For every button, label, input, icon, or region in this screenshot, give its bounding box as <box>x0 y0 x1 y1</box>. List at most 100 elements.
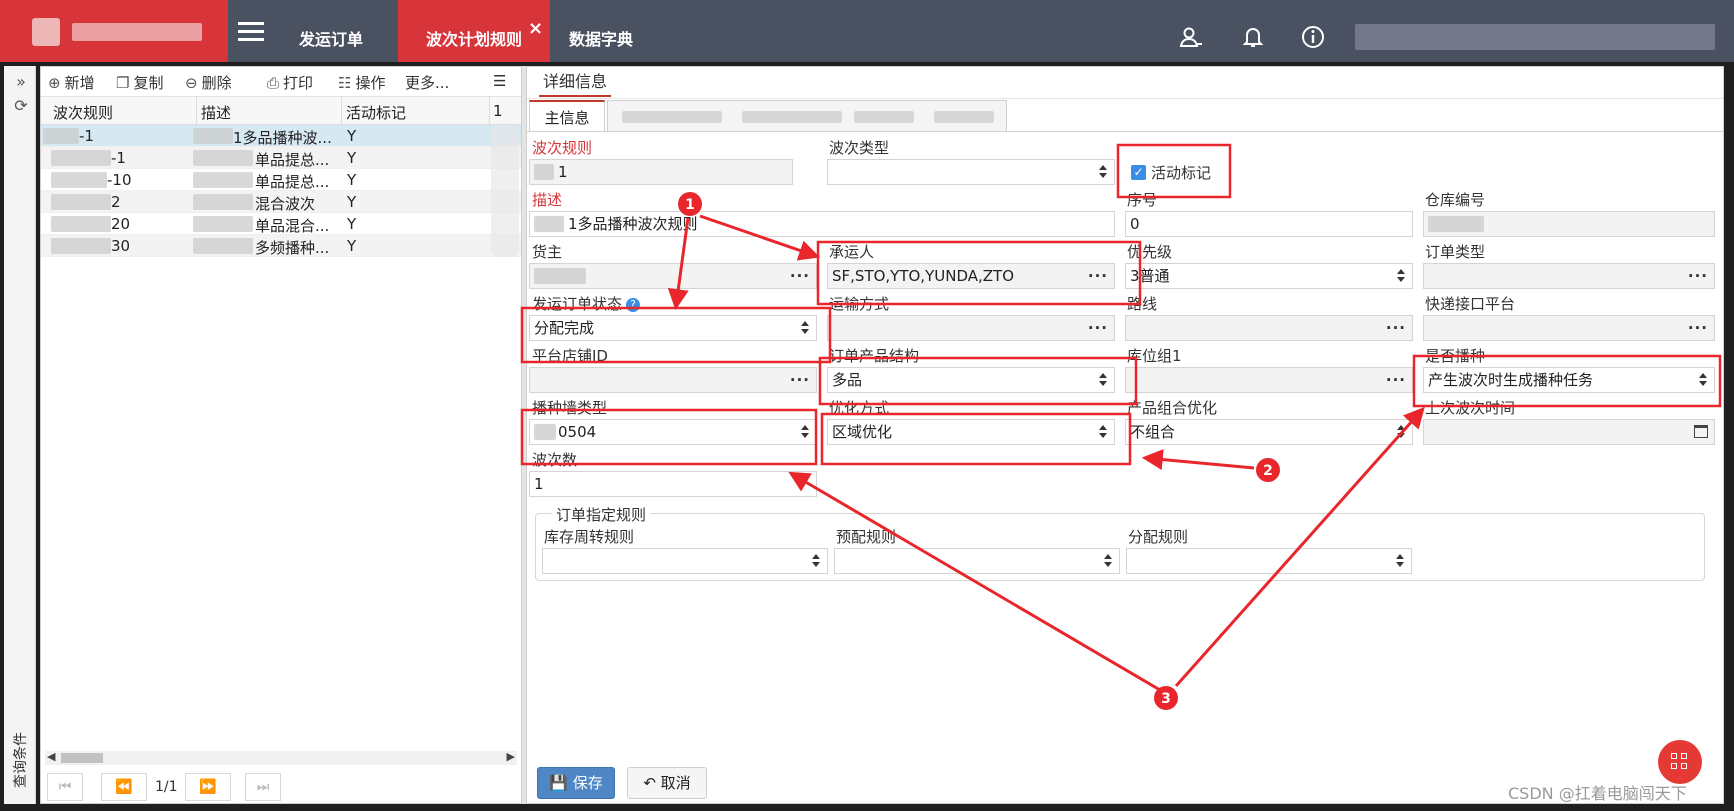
table-row[interactable]: 2 混合波次 Y <box>41 191 521 213</box>
redacted-column <box>491 125 519 257</box>
tab-other-redacted[interactable] <box>607 100 1007 132</box>
express-field[interactable]: ··· <box>1423 315 1715 341</box>
carrier-field[interactable]: SF,STO,YTO,YUNDA,ZTO ··· <box>827 263 1115 289</box>
next-page-button[interactable]: ⏩ <box>185 773 231 801</box>
order-status-select[interactable]: 分配完成 <box>529 315 817 341</box>
user-icon[interactable] <box>1178 24 1204 50</box>
table-row[interactable]: -10 单品提总... Y <box>41 169 521 191</box>
carrier-label: 承运人 <box>829 243 875 261</box>
save-button[interactable]: 💾 保存 <box>537 767 615 799</box>
select-caret-icon <box>800 422 810 442</box>
last-page-button[interactable]: ⏭ <box>245 773 281 801</box>
sowing-wall-type-select[interactable]: 0504 <box>529 419 817 445</box>
operate-button[interactable]: ☷ 操作 <box>338 72 385 93</box>
lookup-icon[interactable]: ··· <box>1386 316 1406 340</box>
transport-label: 运输方式 <box>829 295 890 313</box>
lookup-icon[interactable]: ··· <box>1688 264 1708 288</box>
description-field[interactable]: 1多品播种波次规则 <box>529 211 1115 237</box>
help-icon[interactable]: ? <box>626 298 641 312</box>
turnover-rule-select[interactable] <box>542 548 828 574</box>
last-wave-time-field[interactable] <box>1423 419 1715 445</box>
tab-data-dictionary[interactable]: 数据字典 <box>558 0 644 62</box>
pagination: ⏮ ⏪ 1/1 ⏩ ⏭ <box>41 767 521 803</box>
express-label: 快递接口平台 <box>1425 295 1516 313</box>
col-description[interactable]: 描述 <box>201 102 231 123</box>
wave-rule-field[interactable]: 1 <box>529 159 793 185</box>
prev-page-button[interactable]: ⏪ <box>101 773 147 801</box>
print-button[interactable]: ⎙ 打印 <box>267 72 313 93</box>
alloc-rule-select[interactable] <box>1126 548 1412 574</box>
grid-header: 波次规则 描述 活动标记 1 <box>41 97 521 125</box>
cancel-button[interactable]: ↶ 取消 <box>627 767 707 799</box>
sowing-select[interactable]: 产生波次时生成播种任务 <box>1423 367 1715 393</box>
combine-select[interactable]: 不组合 <box>1125 419 1413 445</box>
tab-close-icon[interactable]: × <box>528 20 543 38</box>
calendar-icon[interactable] <box>1694 425 1708 438</box>
scroll-left-icon[interactable]: ◀ <box>47 750 55 763</box>
col-wave-rule[interactable]: 波次规则 <box>53 102 113 123</box>
warehouse-label: 仓库编号 <box>1425 191 1486 209</box>
expand-icon[interactable]: » <box>11 72 31 92</box>
first-page-button[interactable]: ⏮ <box>47 773 83 801</box>
location-group-field[interactable]: ··· <box>1125 367 1413 393</box>
table-row[interactable]: 30 多频播种... Y <box>41 235 521 257</box>
add-button[interactable]: ⊕ 新增 <box>48 72 95 93</box>
wave-count-field[interactable]: 1 <box>529 471 817 497</box>
priority-select[interactable]: 3普通 <box>1125 263 1413 289</box>
query-conditions-label[interactable]: 查询条件 <box>10 732 30 788</box>
lookup-icon[interactable]: ··· <box>1688 316 1708 340</box>
optimize-select[interactable]: 区域优化 <box>827 419 1115 445</box>
structure-select[interactable]: 多品 <box>827 367 1115 393</box>
app-logo[interactable] <box>0 0 228 62</box>
copy-button[interactable]: ❐ 复制 <box>116 72 163 93</box>
route-field[interactable]: ··· <box>1125 315 1413 341</box>
lookup-icon[interactable]: ··· <box>1088 264 1108 288</box>
combine-label: 产品组合优化 <box>1127 399 1218 417</box>
sequence-field[interactable]: 0 <box>1125 211 1413 237</box>
refresh-icon[interactable]: ⟳ <box>11 96 31 116</box>
col-active-flag[interactable]: 活动标记 <box>346 102 406 123</box>
more-button[interactable]: 更多... <box>405 72 449 93</box>
delete-button[interactable]: ⊖ 删除 <box>185 72 232 93</box>
wave-type-select[interactable] <box>827 159 1115 185</box>
lookup-icon[interactable]: ··· <box>790 368 810 392</box>
col-extra[interactable]: 1 <box>493 102 503 120</box>
transport-field[interactable]: ··· <box>827 315 1115 341</box>
detail-title[interactable]: 详细信息 <box>539 67 612 97</box>
lookup-icon[interactable]: ··· <box>1386 368 1406 392</box>
order-type-field[interactable]: ··· <box>1423 263 1715 289</box>
scrollbar-thumb[interactable] <box>61 753 103 763</box>
warehouse-field[interactable] <box>1423 211 1715 237</box>
select-caret-icon <box>1098 422 1108 442</box>
menu-toggle-icon[interactable] <box>238 22 264 42</box>
table-row[interactable]: -1 1多品播种波... Y <box>41 125 521 147</box>
table-row[interactable]: 20 单品混合... Y <box>41 213 521 235</box>
plus-circle-icon: ⊕ <box>48 74 61 92</box>
select-caret-icon <box>1396 422 1406 442</box>
select-caret-icon <box>1098 162 1108 182</box>
owner-field[interactable]: ··· <box>529 263 817 289</box>
active-flag-checkbox[interactable]: ✓ <box>1131 165 1146 180</box>
scroll-right-icon[interactable]: ▶ <box>507 750 515 763</box>
optimize-label: 优化方式 <box>829 399 890 417</box>
select-caret-icon <box>800 318 810 338</box>
order-rules-legend: 订单指定规则 <box>552 504 651 525</box>
tab-shipping-orders[interactable]: 发运订单 <box>276 0 386 62</box>
floating-menu-button[interactable] <box>1658 740 1702 784</box>
bell-icon[interactable] <box>1240 24 1266 50</box>
lookup-icon[interactable]: ··· <box>790 264 810 288</box>
prealloc-rule-select[interactable] <box>834 548 1120 574</box>
info-icon[interactable] <box>1300 24 1326 50</box>
table-row[interactable]: -1 单品提总... Y <box>41 147 521 169</box>
priority-label: 优先级 <box>1127 243 1173 261</box>
column-settings-icon[interactable]: ☰ <box>493 72 506 90</box>
tab-main-info[interactable]: 主信息 <box>529 100 605 132</box>
sequence-label: 序号 <box>1127 191 1158 209</box>
select-caret-icon <box>1395 551 1405 571</box>
order-status-label: 发运订单状态? <box>532 293 641 314</box>
lookup-icon[interactable]: ··· <box>1088 316 1108 340</box>
select-caret-icon <box>1396 266 1406 286</box>
horizontal-scrollbar[interactable]: ◀ ▶ <box>45 750 517 765</box>
detail-panel: 详细信息 主信息 波次规则 1 波次类型 ✓ 活动标记 描述 1多品播种波次规则… <box>526 66 1724 804</box>
shop-field[interactable]: ··· <box>529 367 817 393</box>
